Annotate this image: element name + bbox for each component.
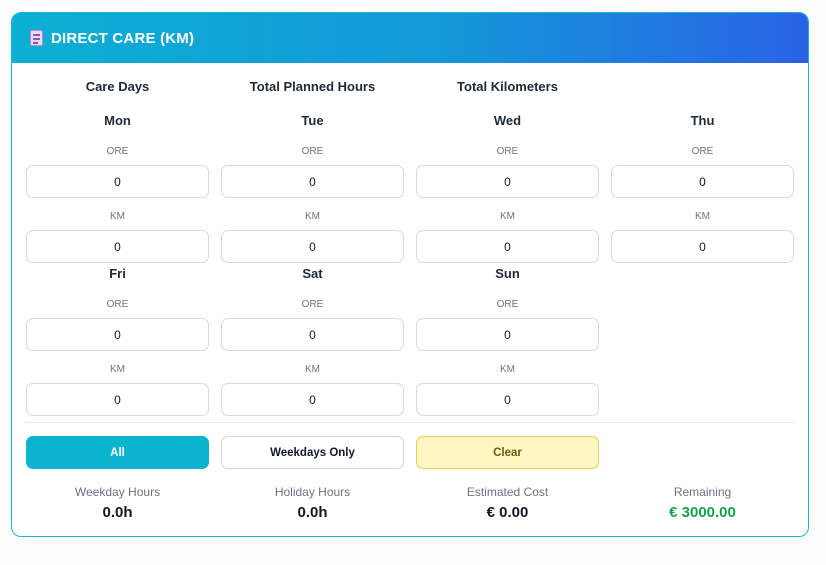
clear-button[interactable]: Clear [416,436,599,469]
day-fri: Fri ORE 0 KM 0 [26,266,209,416]
day-name: Wed [493,113,522,128]
sat-km-input[interactable]: 0 [221,383,404,416]
stat-value: € 3000.00 [669,504,736,521]
day-name: Fri [109,266,126,281]
hours-label: ORE [106,146,129,157]
hours-label: ORE [301,146,324,157]
stat-label: Holiday Hours [274,485,351,499]
wed-km-input[interactable]: 0 [416,230,599,263]
day-sat: Sat ORE 0 KM 0 [221,266,404,416]
stat-weekday-hours: Weekday Hours 0.0h [26,485,209,521]
column-headers: Care Days Total Planned Hours Total Kilo… [12,79,808,99]
card-title: DIRECT CARE (KM) [51,29,195,47]
day-wed: Wed ORE 0 KM 0 [416,113,599,263]
stat-value: 0.0h [297,504,328,521]
stat-holiday-hours: Holiday Hours 0.0h [221,485,404,521]
stat-label: Weekday Hours [74,485,161,499]
thu-km-input[interactable]: 0 [611,230,794,263]
km-label: KM [110,211,125,222]
stat-estimated-cost: Estimated Cost € 0.00 [416,485,599,521]
divider [26,422,794,423]
column-total-kilometers: Total Kilometers [457,79,558,94]
hours-label: ORE [496,299,519,310]
sun-km-input[interactable]: 0 [416,383,599,416]
direct-care-card: DIRECT CARE (KM) Care Days Total Planned… [11,12,809,537]
day-name: Tue [301,113,324,128]
tue-hours-input[interactable]: 0 [221,165,404,198]
km-label: KM [500,211,515,222]
tue-km-input[interactable]: 0 [221,230,404,263]
thu-hours-input[interactable]: 0 [611,165,794,198]
stat-label: Remaining [673,485,732,499]
column-total-planned-hours: Total Planned Hours [249,79,376,94]
weekdays-only-button[interactable]: Weekdays Only [221,436,404,469]
day-sun: Sun ORE 0 KM 0 [416,266,599,416]
km-label: KM [500,364,515,375]
hours-label: ORE [496,146,519,157]
stat-value: € 0.00 [486,504,529,521]
day-tue: Tue ORE 0 KM 0 [221,113,404,263]
day-name: Thu [690,113,715,128]
all-button[interactable]: All [26,436,209,469]
fri-km-input[interactable]: 0 [26,383,209,416]
mon-km-input[interactable]: 0 [26,230,209,263]
km-label: KM [305,211,320,222]
km-label: KM [695,211,710,222]
day-name: Sat [302,266,323,281]
hours-label: ORE [106,299,129,310]
stat-remaining: Remaining € 3000.00 [611,485,794,521]
stat-label: Estimated Cost [466,485,549,499]
day-name: Mon [104,113,131,128]
day-name: Sun [495,266,520,281]
fri-hours-input[interactable]: 0 [26,318,209,351]
mon-hours-input[interactable]: 0 [26,165,209,198]
sat-hours-input[interactable]: 0 [221,318,404,351]
card-header: DIRECT CARE (KM) [12,13,808,63]
hours-label: ORE [691,146,714,157]
km-label: KM [305,364,320,375]
document-icon [29,29,45,47]
hours-label: ORE [301,299,324,310]
stat-value: 0.0h [102,504,133,521]
column-care-days: Care Days [85,79,150,94]
sun-hours-input[interactable]: 0 [416,318,599,351]
day-mon: Mon ORE 0 KM 0 [26,113,209,263]
km-label: KM [110,364,125,375]
day-thu: Thu ORE 0 KM 0 [611,113,794,263]
wed-hours-input[interactable]: 0 [416,165,599,198]
